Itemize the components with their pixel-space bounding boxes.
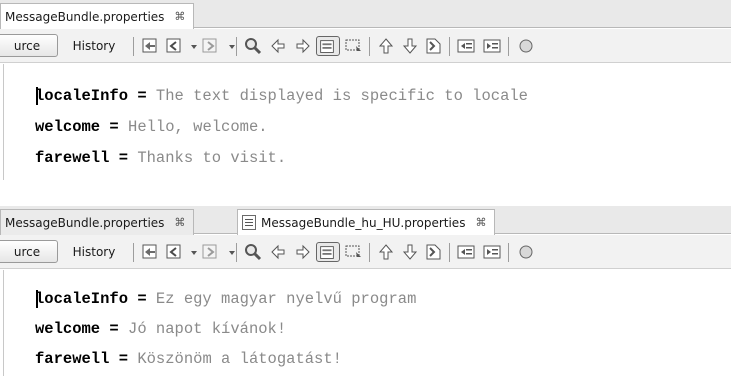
dropdown-icon[interactable] <box>184 36 197 56</box>
toggle-highlight-icon[interactable] <box>316 242 340 262</box>
property-value: Hello, welcome. <box>128 118 268 136</box>
property-key: welcome <box>35 320 101 338</box>
tab-messagebundle-properties[interactable]: MessageBundle.properties ⌘ <box>0 209 195 235</box>
find-next-icon[interactable] <box>293 242 313 262</box>
find-previous-icon[interactable] <box>268 36 288 56</box>
toolbar-separator <box>369 243 370 262</box>
equals-sign: = <box>128 290 156 308</box>
dropdown-icon[interactable] <box>222 242 235 262</box>
tab-messagebundle-properties[interactable]: MessageBundle.properties ⌘ <box>0 3 195 29</box>
start-macro-icon[interactable] <box>516 242 536 262</box>
code-line: welcome = Jó napot kívánok! <box>35 318 286 340</box>
toggle-rectangular-selection-icon[interactable] <box>344 36 364 56</box>
find-icon[interactable] <box>243 36 263 56</box>
toolbar-separator <box>133 243 134 262</box>
find-next-icon[interactable] <box>293 36 313 56</box>
tab-close-icon[interactable]: ⌘ <box>174 10 185 23</box>
find-previous-icon[interactable] <box>268 242 288 262</box>
next-bookmark-icon[interactable] <box>400 242 420 262</box>
toggle-highlight-icon[interactable] <box>316 36 340 56</box>
property-key: farewell <box>35 350 110 368</box>
equals-sign: = <box>100 118 129 136</box>
history-button[interactable]: History <box>62 34 126 57</box>
last-edit-icon[interactable] <box>140 242 160 262</box>
source-button[interactable]: urce <box>0 240 58 263</box>
property-value: Thanks to visit. <box>137 149 287 167</box>
toolbar-separator <box>449 243 450 262</box>
toggle-rectangular-selection-icon[interactable] <box>344 242 364 262</box>
editor-toolbar: urce History <box>0 235 731 269</box>
equals-sign: = <box>109 149 138 167</box>
gutter-border <box>3 270 4 376</box>
source-button[interactable]: urce <box>0 34 58 57</box>
forward-icon[interactable] <box>200 242 220 262</box>
back-icon[interactable] <box>164 242 184 262</box>
toolbar-separator <box>508 243 509 262</box>
shift-left-icon[interactable] <box>456 36 476 56</box>
toolbar-separator <box>133 37 134 56</box>
toolbar-separator <box>508 37 509 56</box>
find-icon[interactable] <box>243 242 263 262</box>
toggle-bookmark-icon[interactable] <box>424 242 444 262</box>
toolbar-separator <box>236 243 237 262</box>
tab-close-icon[interactable]: ⌘ <box>174 216 185 229</box>
tab-label: MessageBundle.properties <box>5 215 165 230</box>
last-edit-icon[interactable] <box>140 36 160 56</box>
toolbar-separator <box>449 37 450 56</box>
dropdown-icon[interactable] <box>222 36 235 56</box>
property-value: Köszönöm a látogatást! <box>137 350 342 368</box>
tab-close-icon[interactable]: ⌘ <box>475 216 486 229</box>
code-line: localeInfo = The text displayed is speci… <box>35 85 528 107</box>
previous-bookmark-icon[interactable] <box>376 36 396 56</box>
toolbar-separator <box>369 37 370 56</box>
editor-tab-bar: MessageBundle.properties ⌘ MessageBundle… <box>0 206 731 235</box>
previous-bookmark-icon[interactable] <box>376 242 396 262</box>
tab-label: MessageBundle_hu_HU.properties <box>261 215 466 230</box>
property-key: welcome <box>35 118 101 136</box>
shift-right-icon[interactable] <box>482 242 502 262</box>
property-key: localeInfo <box>35 290 129 308</box>
tab-label: MessageBundle.properties <box>5 9 165 24</box>
start-macro-icon[interactable] <box>516 36 536 56</box>
shift-left-icon[interactable] <box>456 242 476 262</box>
history-button[interactable]: History <box>62 240 126 263</box>
editor-window-default: MessageBundle.properties ⌘ urce History … <box>0 0 731 190</box>
properties-file-icon <box>242 215 256 230</box>
editor-tab-bar: MessageBundle.properties ⌘ <box>0 0 731 29</box>
toolbar-separator <box>236 37 237 56</box>
property-key: localeInfo <box>35 87 129 105</box>
editor-toolbar: urce History <box>0 29 731 63</box>
code-line: localeInfo = Ez egy magyar nyelvű progra… <box>35 288 416 310</box>
equals-sign: = <box>109 350 138 368</box>
code-line: farewell = Thanks to visit. <box>35 147 286 169</box>
gutter-border <box>3 64 4 180</box>
code-editor[interactable]: localeInfo = Ez egy magyar nyelvű progra… <box>0 270 731 376</box>
code-line: welcome = Hello, welcome. <box>35 116 268 138</box>
property-value: The text displayed is specific to locale <box>155 87 528 105</box>
back-icon[interactable] <box>164 36 184 56</box>
code-line: farewell = Köszönöm a látogatást! <box>35 348 342 370</box>
equals-sign: = <box>128 87 156 105</box>
equals-sign: = <box>100 320 129 338</box>
next-bookmark-icon[interactable] <box>400 36 420 56</box>
property-key: farewell <box>35 149 110 167</box>
dropdown-icon[interactable] <box>184 242 197 262</box>
code-editor[interactable]: localeInfo = The text displayed is speci… <box>0 64 731 189</box>
property-value: Jó napot kívánok! <box>128 320 287 338</box>
property-value: Ez egy magyar nyelvű program <box>155 290 417 308</box>
shift-right-icon[interactable] <box>482 36 502 56</box>
toggle-bookmark-icon[interactable] <box>424 36 444 56</box>
editor-window-hungarian: MessageBundle.properties ⌘ MessageBundle… <box>0 206 731 376</box>
forward-icon[interactable] <box>200 36 220 56</box>
tab-messagebundle-hu-hu-properties[interactable]: MessageBundle_hu_HU.properties ⌘ <box>237 209 496 235</box>
